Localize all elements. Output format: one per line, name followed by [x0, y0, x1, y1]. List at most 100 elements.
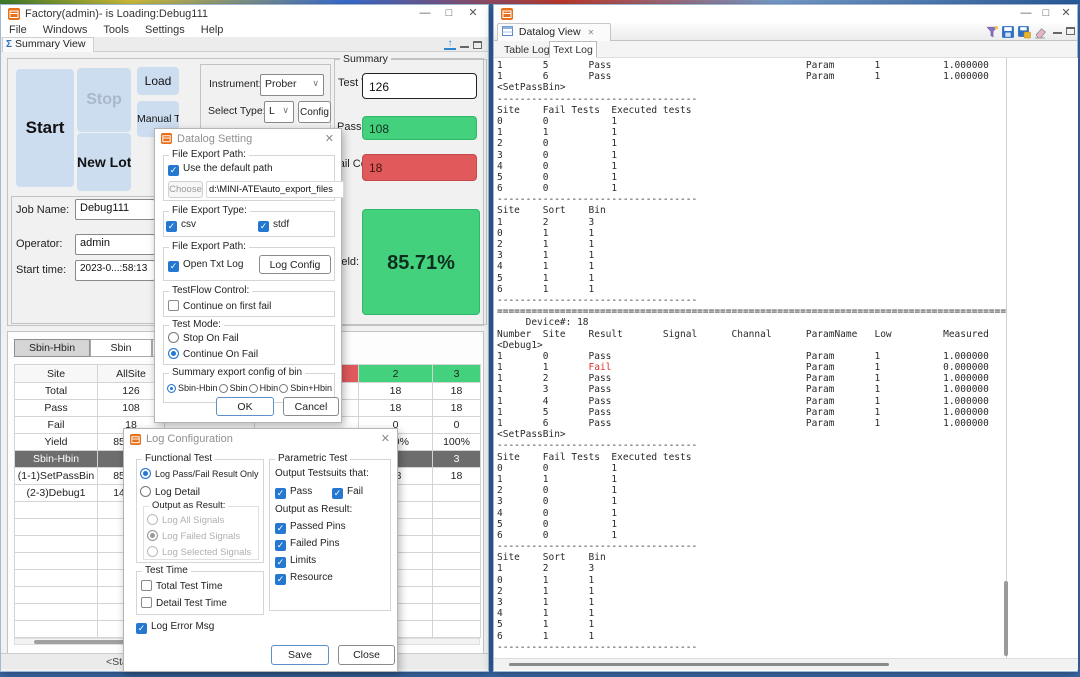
minimize-view-icon[interactable]	[1053, 31, 1062, 34]
horizontal-scrollbar[interactable]	[494, 658, 1078, 670]
failed-pins-checkbox[interactable]: ✓Failed Pins	[275, 538, 339, 551]
bin-tab-sbin[interactable]: Sbin	[90, 339, 152, 357]
log-line: 4 0 1	[497, 508, 1006, 519]
close-button[interactable]: ✕	[462, 5, 484, 22]
functional-test-group: Functional Test Log Pass/Fail Result Onl…	[136, 459, 264, 563]
radio-selected-icon	[140, 468, 151, 479]
stop-button[interactable]: Stop	[77, 68, 131, 132]
table-cell: Yield	[15, 434, 98, 451]
menu-windows[interactable]: Windows	[35, 23, 96, 37]
maximize-button[interactable]: □	[438, 5, 460, 22]
bin-option-radio-sbin-hbin[interactable]: Sbin-Hbin	[167, 383, 218, 393]
log-line: 1 1 1	[497, 474, 1006, 485]
maximize-view-icon[interactable]	[473, 41, 482, 49]
vertical-scrollbar-track[interactable]	[1006, 58, 1007, 658]
close-button[interactable]: ✕	[1055, 5, 1077, 22]
bin-option-radio-hbin[interactable]: Hbin	[249, 383, 279, 393]
log-pf-only-radio[interactable]: Log Pass/Fail Result Only	[140, 468, 259, 479]
ok-button[interactable]: OK	[216, 397, 274, 416]
menu-settings[interactable]: Settings	[137, 23, 193, 37]
vertical-scrollbar-thumb[interactable]	[1004, 581, 1008, 656]
tab-summary-view[interactable]: ΣSummary View	[2, 37, 94, 52]
log-detail-radio[interactable]: Log Detail	[140, 486, 200, 498]
dialog-close-icon[interactable]: ✕	[325, 132, 334, 145]
open-txt-log-checkbox[interactable]: ✓Open Txt Log	[168, 259, 243, 272]
minimize-view-icon[interactable]	[460, 45, 469, 48]
bin-tab-sbin-hbin[interactable]: Sbin-Hbin	[14, 339, 90, 357]
fail-checkbox[interactable]: ✓Fail	[332, 486, 363, 499]
tab-table-log[interactable]: Table Log	[504, 44, 550, 56]
log-selected-signals-radio[interactable]: Log Selected Signals	[147, 546, 251, 558]
csv-checkbox[interactable]: ✓csv	[166, 219, 196, 232]
log-line: 6 0 1	[497, 530, 1006, 541]
instrument-label: Instrument:	[209, 78, 262, 90]
stdf-checkbox[interactable]: ✓stdf	[258, 219, 289, 232]
new-lot-button[interactable]: New Lot	[77, 133, 131, 191]
maximize-view-icon[interactable]	[1066, 27, 1075, 35]
log-config-button[interactable]: Log Config	[259, 255, 331, 274]
pass-checkbox[interactable]: ✓Pass	[275, 486, 312, 499]
tab-text-log[interactable]: Text Log	[549, 41, 597, 58]
config-button[interactable]: Config	[298, 101, 331, 123]
log-all-signals-radio[interactable]: Log All Signals	[147, 514, 224, 526]
horizontal-scrollbar-thumb[interactable]	[509, 663, 889, 666]
export-path-input[interactable]: d:\MINI-ATE\auto_export_files	[206, 181, 344, 198]
dialog-title: Datalog Setting	[177, 133, 252, 145]
job-name-input[interactable]: Debug111	[75, 199, 155, 220]
use-default-path-checkbox[interactable]: ✓Use the default path	[168, 163, 273, 176]
export-up-icon[interactable]: ↑	[444, 38, 456, 50]
filter-icon[interactable]	[985, 25, 999, 39]
continue-on-fail-radio[interactable]: Continue On Fail	[168, 348, 258, 360]
menu-tools[interactable]: Tools	[95, 23, 137, 37]
detail-test-time-checkbox[interactable]: Detail Test Time	[141, 597, 227, 609]
menu-file[interactable]: File	[1, 23, 35, 37]
select-type-select[interactable]: L ∨	[264, 101, 294, 123]
log-line: 2 0 1	[497, 138, 1006, 149]
save-locked-icon[interactable]	[1017, 25, 1031, 39]
save-button[interactable]: Save	[271, 645, 329, 665]
log-line: -----------------------------------	[497, 94, 1006, 105]
continue-first-fail-checkbox[interactable]: Continue on first fail	[168, 300, 271, 312]
log-line: <Debug1>	[497, 340, 1006, 351]
start-button[interactable]: Start	[16, 69, 74, 187]
clear-log-icon[interactable]	[1033, 25, 1047, 39]
log-line: -----------------------------------	[497, 295, 1006, 306]
log-line: 4 0 1	[497, 161, 1006, 172]
stop-on-fail-radio[interactable]: Stop On Fail	[168, 332, 239, 344]
dialog-close-icon[interactable]: ✕	[381, 432, 390, 445]
minimize-button[interactable]: —	[1015, 5, 1037, 22]
log-line: 1 1 1	[497, 127, 1006, 138]
file-export-type-group: File Export Type: ✓csv ✓stdf	[163, 211, 335, 237]
yield-box: 85.71%	[362, 209, 480, 315]
choose-button[interactable]: Choose	[168, 181, 203, 198]
passed-pins-checkbox[interactable]: ✓Passed Pins	[275, 521, 346, 534]
log-line: <SetPassBin>	[497, 82, 1006, 93]
limits-checkbox[interactable]: ✓Limits	[275, 555, 316, 568]
fail-result-text: Fail	[589, 362, 612, 373]
log-line: 3 1 1	[497, 597, 1006, 608]
tab-close-icon[interactable]: ✕	[588, 28, 595, 37]
log-failed-signals-radio[interactable]: Log Failed Signals	[147, 530, 240, 542]
load-button[interactable]: Load	[137, 67, 179, 95]
total-test-time-checkbox[interactable]: Total Test Time	[141, 580, 223, 592]
minimize-button[interactable]: —	[414, 5, 436, 22]
bin-table-hscroll-thumb[interactable]	[34, 640, 132, 644]
operator-input[interactable]: admin	[75, 234, 155, 255]
option-label: Open Txt Log	[183, 259, 243, 270]
text-log-area[interactable]: 1 5 Pass Param 1 1.0000001 6 Pass Param …	[494, 58, 1078, 658]
radio-selected-icon	[168, 348, 179, 359]
maximize-button[interactable]: □	[1035, 5, 1057, 22]
datalog-setting-dialog: Datalog Setting ✕ File Export Path: ✓Use…	[154, 128, 342, 423]
table-view-icon	[502, 26, 513, 37]
menu-help[interactable]: Help	[193, 23, 232, 37]
bin-option-radio-sbin[interactable]: Sbin	[219, 383, 248, 393]
resource-checkbox[interactable]: ✓Resource	[275, 572, 333, 585]
start-time-input[interactable]: 2023-0...:58:13	[75, 260, 155, 281]
close-button[interactable]: Close	[338, 645, 395, 665]
cancel-button[interactable]: Cancel	[283, 397, 339, 416]
tab-datalog-view[interactable]: Datalog View ✕	[497, 23, 611, 41]
log-error-msg-checkbox[interactable]: ✓Log Error Msg	[136, 621, 214, 634]
instrument-select[interactable]: Prober ∨	[260, 74, 324, 96]
bin-option-radio-sbin+hbin[interactable]: Sbin+Hbin	[279, 383, 332, 393]
save-icon[interactable]	[1001, 25, 1015, 39]
